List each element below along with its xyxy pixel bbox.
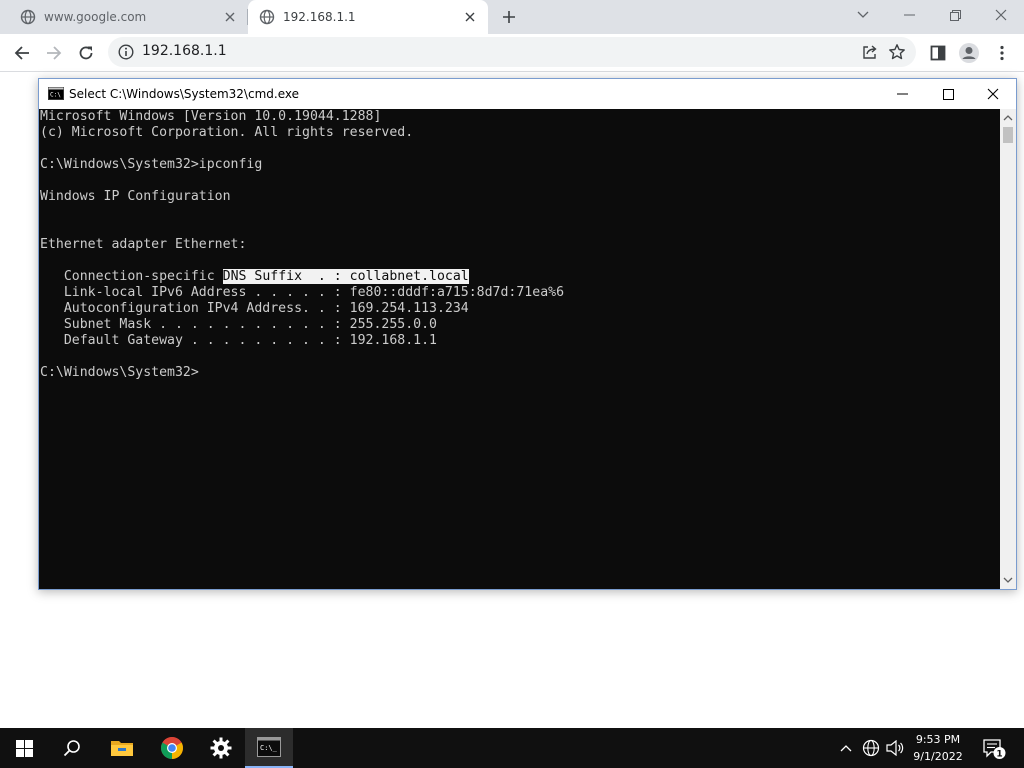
selected-text[interactable]: DNS Suffix . : collabnet.local [222,269,469,284]
console-lines: Microsoft Windows [Version 10.0.19044.12… [40,109,564,381]
console-line: Microsoft Windows [Version 10.0.19044.12… [40,109,564,125]
windows-start-icon[interactable] [0,728,48,768]
console-line: Link-local IPv6 Address . . . . . : fe80… [40,285,564,301]
back-arrow-icon[interactable] [10,41,34,65]
tab-search-icon[interactable] [840,0,886,30]
cmd-maximize-icon[interactable] [925,79,971,109]
chrome-icon[interactable] [148,728,196,768]
globe-icon [259,9,275,25]
console-line: Subnet Mask . . . . . . . . . . . : 255.… [40,317,564,333]
console-line: Windows IP Configuration [40,189,564,205]
clock-date: 9/1/2022 [913,750,963,763]
site-info-icon[interactable] [118,44,134,60]
cmd-close-icon[interactable] [970,79,1016,109]
taskbar: C:\_ 9:53 PM 9/1/2022 1 [0,728,1024,768]
console-text: Autoconfiguration IPv4 Address. . : 169.… [40,301,469,316]
console-text: C:\Windows\System32> [40,365,199,380]
cmd-title: Select C:\Windows\System32\cmd.exe [69,87,299,101]
close-window-icon[interactable] [978,0,1024,30]
console-line: C:\Windows\System32> [40,365,564,381]
console-line: Ethernet adapter Ethernet: [40,237,564,253]
search-icon[interactable] [48,728,96,768]
clock-time: 9:53 PM [915,733,961,746]
network-globe-icon[interactable] [860,728,882,768]
console-line: Default Gateway . . . . . . . . . : 192.… [40,333,564,349]
scroll-up-icon[interactable] [1003,113,1013,123]
bookmark-star-icon[interactable] [888,43,906,61]
tab-google[interactable]: www.google.com [0,0,248,34]
console-text: Default Gateway . . . . . . . . . : 192.… [40,333,437,348]
close-tab-icon[interactable] [222,9,238,25]
tab-router[interactable]: 192.168.1.1 [248,0,488,34]
notification-center-icon[interactable]: 1 [978,728,1008,768]
console-text: Subnet Mask . . . . . . . . . . . : 255.… [40,317,437,332]
forward-arrow-icon[interactable] [42,41,66,65]
console-line: Autoconfiguration IPv4 Address. . : 169.… [40,301,564,317]
console-text: Ethernet adapter Ethernet: [40,237,247,252]
file-explorer-icon[interactable] [98,728,146,768]
menu-dots-icon[interactable] [990,41,1014,65]
scroll-down-icon[interactable] [1003,575,1013,585]
address-text: 192.168.1.1 [142,43,227,59]
command-prompt-taskbar-icon[interactable]: C:\_ [245,728,293,768]
browser-toolbar: 192.168.1.1 [0,34,1024,72]
console-line: (c) Microsoft Corporation. All rights re… [40,125,564,141]
console-text: C:\Windows\System32>ipconfig [40,157,263,172]
minimize-icon[interactable] [886,0,932,30]
cmd-window: C:\ Select C:\Windows\System32\cmd.exe M… [38,78,1017,590]
profile-avatar-icon[interactable] [957,41,981,65]
tab-strip: www.google.com 192.168.1.1 [0,0,1024,34]
restore-icon[interactable] [932,0,978,30]
console-scrollbar[interactable] [1000,109,1016,589]
notification-badge: 1 [996,750,1002,760]
console-text: Microsoft Windows [Version 10.0.19044.12… [40,109,382,124]
console-line: C:\Windows\System32>ipconfig [40,157,564,173]
scroll-thumb[interactable] [1003,127,1013,143]
globe-icon [20,9,36,25]
tab-title: www.google.com [44,10,147,24]
console-text: (c) Microsoft Corporation. All rights re… [40,125,414,140]
tray-chevron-up-icon[interactable] [838,728,854,768]
console-text: Connection-specific [40,269,223,284]
console-text: Windows IP Configuration [40,189,231,204]
tab-title: 192.168.1.1 [283,10,356,24]
cmd-title-bar[interactable]: C:\ Select C:\Windows\System32\cmd.exe [39,79,1016,109]
settings-gear-icon[interactable] [197,728,245,768]
console-output[interactable]: Microsoft Windows [Version 10.0.19044.12… [39,109,1000,589]
close-tab-icon[interactable] [462,9,478,25]
console-text: Link-local IPv6 Address . . . . . : fe80… [40,285,565,300]
svg-text:C:\_: C:\_ [260,744,278,752]
new-tab-icon[interactable] [500,8,518,26]
reload-icon[interactable] [74,41,98,65]
cmd-app-icon: C:\ [48,87,64,100]
cmd-minimize-icon[interactable] [879,79,925,109]
console-line: Connection-specific DNS Suffix . : colla… [40,269,564,285]
share-icon[interactable] [862,44,878,60]
taskbar-clock[interactable]: 9:53 PM 9/1/2022 [902,731,974,765]
address-bar[interactable]: 192.168.1.1 [108,37,916,67]
side-panel-icon[interactable] [926,41,950,65]
svg-text:C:\: C:\ [50,92,61,99]
